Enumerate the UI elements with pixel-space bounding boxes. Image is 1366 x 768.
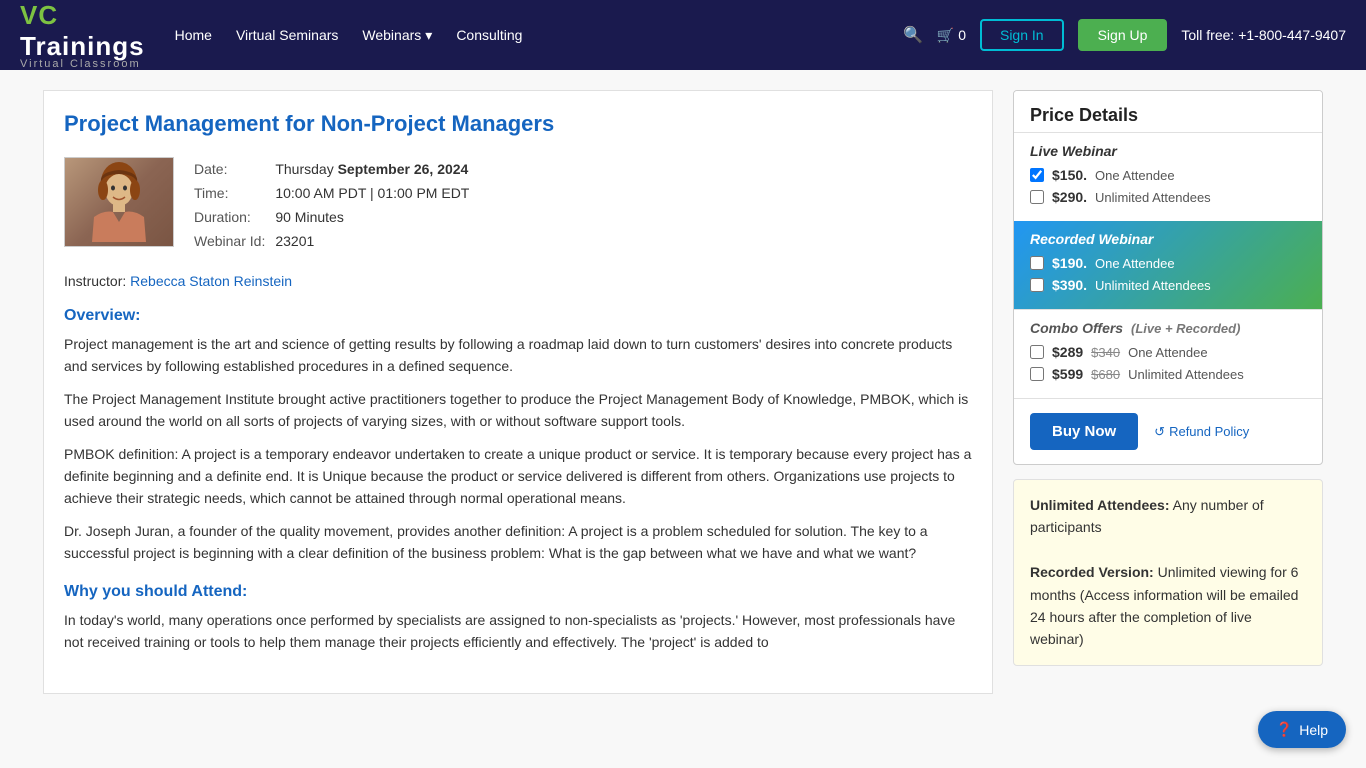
overview-para1: Project management is the art and scienc…: [64, 333, 972, 378]
logo-text: VCTrainings: [20, 0, 145, 62]
page-wrapper: Project Management for Non-Project Manag…: [23, 70, 1343, 714]
info-box: Unlimited Attendees: Any number of parti…: [1013, 479, 1323, 666]
recorded-info-label: Recorded Version:: [1030, 564, 1154, 580]
refund-policy-link[interactable]: ↺ Refund Policy: [1154, 424, 1249, 440]
live-price-row-1: $150. One Attendee: [1030, 167, 1306, 183]
signin-button[interactable]: Sign In: [980, 19, 1064, 51]
recorded-one-attendee-checkbox[interactable]: [1030, 256, 1044, 270]
price-box: Price Details Live Webinar $150. One Att…: [1013, 90, 1323, 465]
date-value: Thursday September 26, 2024: [275, 157, 479, 181]
overview-para3: PMBOK definition: A project is a tempora…: [64, 443, 972, 510]
phone-number: Toll free: +1-800-447-9407: [1181, 27, 1346, 43]
combo-price-row-2: $599 $680 Unlimited Attendees: [1030, 366, 1306, 382]
webinar-id-value: 23201: [275, 229, 479, 253]
instructor-photo: [64, 157, 174, 247]
combo-label: Combo Offers (Live + Recorded): [1030, 320, 1306, 336]
recorded-unlimited-checkbox[interactable]: [1030, 278, 1044, 292]
recorded-attendee-1: One Attendee: [1095, 256, 1175, 271]
instructor-avatar-svg: [84, 162, 154, 242]
virtual-seminars-link[interactable]: Virtual Seminars: [236, 27, 338, 43]
help-icon: ❓: [1276, 721, 1293, 738]
duration-value: 90 Minutes: [275, 205, 479, 229]
main-content: Project Management for Non-Project Manag…: [43, 90, 993, 694]
why-attend-para: In today's world, many operations once p…: [64, 609, 972, 654]
combo-price-1: $289: [1052, 344, 1083, 360]
combo-offers-section: Combo Offers (Live + Recorded) $289 $340…: [1014, 310, 1322, 398]
date-bold: September 26, 2024: [338, 161, 469, 177]
duration-label: Duration:: [194, 205, 275, 229]
page-title: Project Management for Non-Project Manag…: [64, 111, 972, 137]
combo-unlimited-checkbox[interactable]: [1030, 367, 1044, 381]
combo-price-2: $599: [1052, 366, 1083, 382]
live-unlimited-checkbox[interactable]: [1030, 190, 1044, 204]
help-button[interactable]: ❓ Help: [1258, 711, 1346, 748]
recorded-attendee-2: Unlimited Attendees: [1095, 278, 1211, 293]
live-attendee-2: Unlimited Attendees: [1095, 190, 1211, 205]
combo-one-attendee-checkbox[interactable]: [1030, 345, 1044, 359]
instructor-line: Instructor: Rebecca Staton Reinstein: [64, 273, 972, 289]
combo-original-1: $340: [1091, 345, 1120, 360]
logo[interactable]: VCTrainings Virtual Classroom: [20, 0, 145, 70]
webinars-label: Webinars: [362, 27, 421, 43]
price-box-header: Price Details: [1014, 91, 1322, 133]
recorded-webinar-section: Recorded Webinar $190. One Attendee $390…: [1014, 221, 1322, 309]
recorded-webinar-label: Recorded Webinar: [1030, 231, 1306, 247]
logo-subtitle: Virtual Classroom: [20, 58, 141, 70]
info-section: Date: Thursday September 26, 2024 Time: …: [64, 157, 972, 253]
webinar-id-label: Webinar Id:: [194, 229, 275, 253]
recorded-price-row-2: $390. Unlimited Attendees: [1030, 277, 1306, 293]
recorded-price-1: $190.: [1052, 255, 1087, 271]
recorded-info: Recorded Version: Unlimited viewing for …: [1030, 561, 1306, 651]
combo-sub: (Live + Recorded): [1131, 321, 1240, 336]
cart-icon[interactable]: 🛒 0: [937, 27, 966, 44]
refund-label: Refund Policy: [1169, 424, 1249, 439]
live-attendee-1: One Attendee: [1095, 168, 1175, 183]
home-link[interactable]: Home: [175, 27, 212, 43]
overview-para4: Dr. Joseph Juran, a founder of the quali…: [64, 520, 972, 565]
live-price-1: $150.: [1052, 167, 1087, 183]
live-price-row-2: $290. Unlimited Attendees: [1030, 189, 1306, 205]
nav-links: Home Virtual Seminars Webinars ▾ Consult…: [175, 27, 873, 44]
unlimited-info-label: Unlimited Attendees:: [1030, 497, 1170, 513]
time-value: 10:00 AM PDT | 01:00 PM EDT: [275, 181, 479, 205]
overview-heading: Overview:: [64, 307, 972, 325]
overview-para2: The Project Management Institute brought…: [64, 388, 972, 433]
logo-vc: VC: [20, 0, 145, 31]
refund-icon: ↺: [1154, 424, 1165, 440]
combo-attendee-1: One Attendee: [1128, 345, 1208, 360]
cart-count: 0: [958, 27, 966, 43]
live-price-2: $290.: [1052, 189, 1087, 205]
webinars-chevron-icon: ▾: [425, 27, 432, 44]
help-label: Help: [1299, 722, 1328, 738]
instructor-link[interactable]: Rebecca Staton Reinstein: [130, 273, 292, 289]
recorded-price-2: $390.: [1052, 277, 1087, 293]
webinars-dropdown[interactable]: Webinars ▾: [362, 27, 432, 44]
combo-original-2: $680: [1091, 367, 1120, 382]
navigation: VCTrainings Virtual Classroom Home Virtu…: [0, 0, 1366, 70]
instructor-label: Instructor:: [64, 273, 126, 289]
why-attend-heading: Why you should Attend:: [64, 583, 972, 601]
combo-attendee-2: Unlimited Attendees: [1128, 367, 1244, 382]
live-webinar-label: Live Webinar: [1030, 143, 1306, 159]
time-label: Time:: [194, 181, 275, 205]
search-icon[interactable]: 🔍: [903, 25, 923, 45]
logo-trainings: Trainings: [20, 31, 145, 61]
recorded-price-row-1: $190. One Attendee: [1030, 255, 1306, 271]
signup-button[interactable]: Sign Up: [1078, 19, 1168, 51]
sidebar: Price Details Live Webinar $150. One Att…: [1013, 90, 1323, 694]
combo-price-row-1: $289 $340 One Attendee: [1030, 344, 1306, 360]
consulting-link[interactable]: Consulting: [456, 27, 522, 43]
date-label: Date:: [194, 157, 275, 181]
nav-actions: 🔍 🛒 0 Sign In Sign Up Toll free: +1-800-…: [903, 19, 1346, 51]
buy-now-button[interactable]: Buy Now: [1030, 413, 1138, 450]
live-webinar-section: Live Webinar $150. One Attendee $290. Un…: [1014, 133, 1322, 221]
live-one-attendee-checkbox[interactable]: [1030, 168, 1044, 182]
unlimited-info: Unlimited Attendees: Any number of parti…: [1030, 494, 1306, 539]
price-actions: Buy Now ↺ Refund Policy: [1014, 399, 1322, 464]
info-table: Date: Thursday September 26, 2024 Time: …: [194, 157, 972, 253]
